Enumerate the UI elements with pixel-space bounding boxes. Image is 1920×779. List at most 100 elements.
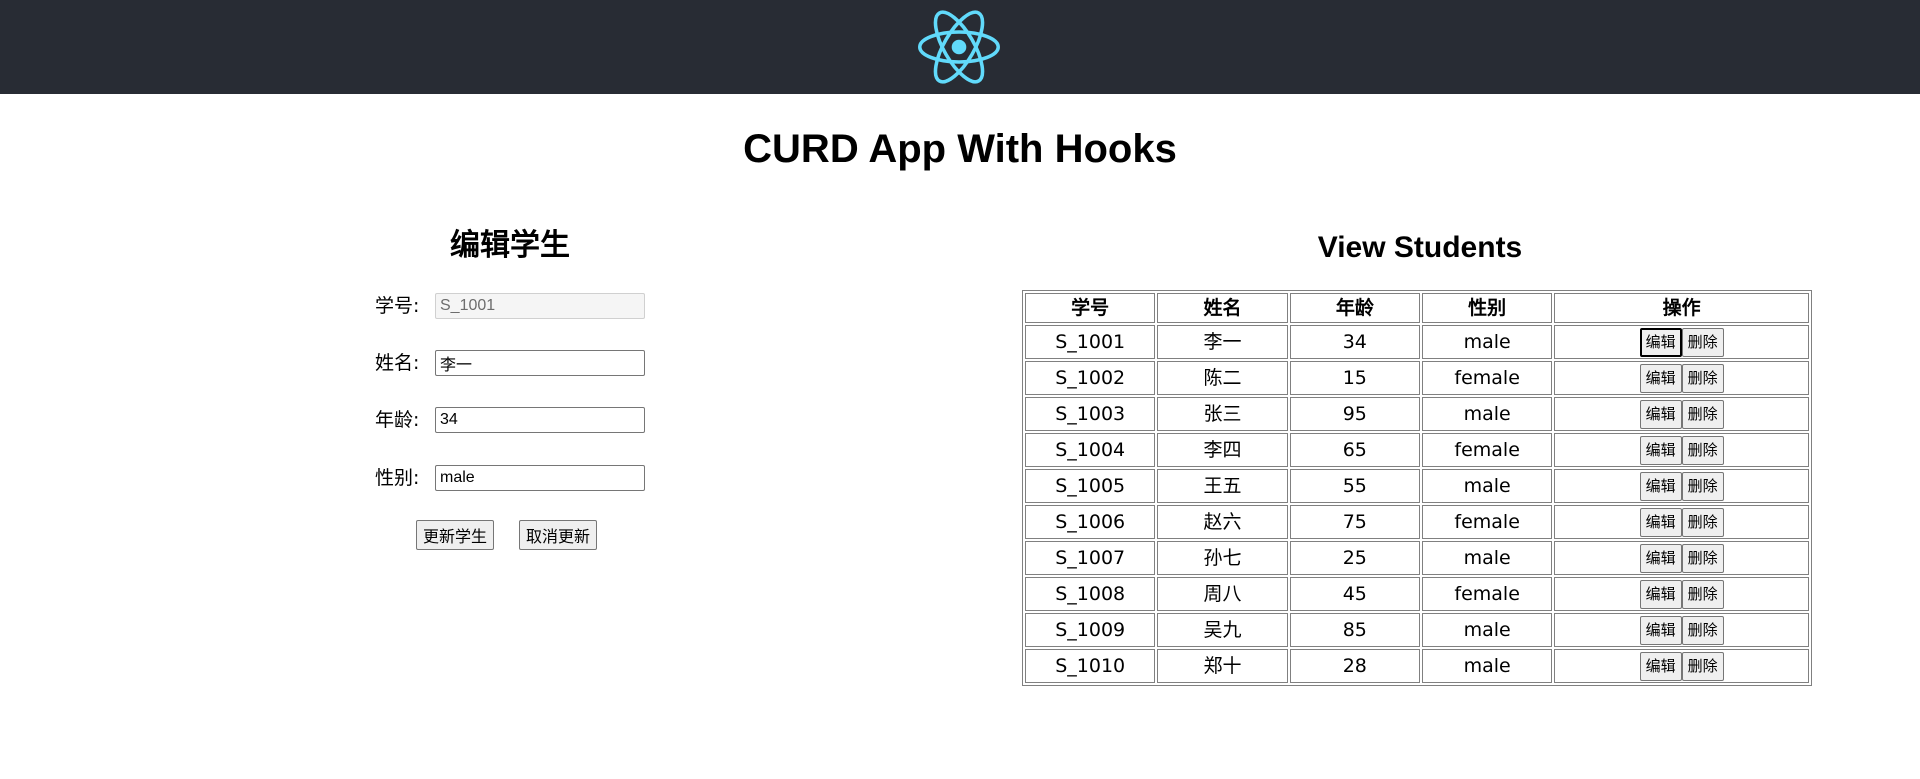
column-header-name: 姓名 — [1157, 293, 1288, 323]
actions-cell: 编辑 删除 — [1554, 361, 1809, 395]
student-id-cell: S_1008 — [1025, 577, 1156, 611]
react-logo-icon — [918, 10, 1000, 84]
delete-button[interactable]: 删除 — [1681, 616, 1724, 645]
delete-button[interactable]: 删除 — [1681, 580, 1724, 609]
update-student-button[interactable]: 更新学生 — [416, 520, 495, 550]
table-row: S_1001 李一 34 male 编辑 删除 — [1025, 325, 1809, 359]
table-row: S_1009 吴九 85 male 编辑 删除 — [1025, 613, 1809, 647]
age-field[interactable] — [435, 407, 645, 433]
name-label: 姓名: — [375, 352, 420, 374]
student-gender-cell: male — [1421, 541, 1553, 575]
delete-button[interactable]: 删除 — [1681, 508, 1724, 537]
delete-button[interactable]: 删除 — [1681, 544, 1724, 573]
table-row: S_1004 李四 65 female 编辑 删除 — [1025, 433, 1809, 467]
edit-button[interactable]: 编辑 — [1639, 544, 1682, 573]
student-gender-cell: male — [1421, 397, 1553, 431]
student-id-cell: S_1009 — [1025, 613, 1156, 647]
delete-button[interactable]: 删除 — [1681, 364, 1724, 393]
delete-button[interactable]: 删除 — [1681, 652, 1724, 681]
column-header-id: 学号 — [1025, 293, 1156, 323]
students-table: 学号 姓名 年龄 性别 操作 S_1001 李一 34 male 编辑 删除 S_… — [1022, 290, 1812, 686]
table-row: S_1006 赵六 75 female 编辑 删除 — [1025, 505, 1809, 539]
edit-button[interactable]: 编辑 — [1639, 508, 1682, 537]
student-age-cell: 25 — [1289, 541, 1420, 575]
student-gender-cell: male — [1421, 469, 1553, 503]
edit-button[interactable]: 编辑 — [1639, 400, 1682, 429]
gender-field[interactable] — [435, 465, 645, 491]
actions-cell: 编辑 删除 — [1554, 397, 1809, 431]
cancel-update-button[interactable]: 取消更新 — [519, 520, 598, 550]
edit-student-heading: 编辑学生 — [450, 228, 570, 263]
student-id-cell: S_1002 — [1025, 361, 1156, 395]
actions-cell: 编辑 删除 — [1554, 649, 1809, 683]
id-field[interactable] — [435, 293, 645, 319]
table-row: S_1010 郑十 28 male 编辑 删除 — [1025, 649, 1809, 683]
student-gender-cell: male — [1421, 613, 1553, 647]
column-header-age: 年龄 — [1289, 293, 1420, 323]
view-students-heading: View Students — [1317, 231, 1523, 264]
student-id-cell: S_1001 — [1025, 325, 1156, 359]
student-gender-cell: female — [1421, 577, 1553, 611]
delete-button[interactable]: 删除 — [1681, 328, 1724, 357]
column-header-actions: 操作 — [1554, 293, 1809, 323]
student-name-cell: 李一 — [1157, 325, 1288, 359]
student-gender-cell: male — [1421, 325, 1553, 359]
student-name-cell: 周八 — [1157, 577, 1288, 611]
student-name-cell: 张三 — [1157, 397, 1288, 431]
student-id-cell: S_1007 — [1025, 541, 1156, 575]
edit-button[interactable]: 编辑 — [1639, 328, 1682, 357]
gender-label: 性别: — [375, 467, 420, 489]
actions-cell: 编辑 删除 — [1554, 541, 1809, 575]
app-header — [0, 0, 1920, 94]
table-row: S_1007 孙七 25 male 编辑 删除 — [1025, 541, 1809, 575]
student-id-cell: S_1006 — [1025, 505, 1156, 539]
student-name-cell: 李四 — [1157, 433, 1288, 467]
delete-button[interactable]: 删除 — [1681, 400, 1724, 429]
edit-button[interactable]: 编辑 — [1639, 364, 1682, 393]
actions-cell: 编辑 删除 — [1554, 613, 1809, 647]
column-header-gender: 性别 — [1421, 293, 1553, 323]
id-label: 学号: — [375, 295, 420, 317]
age-label: 年龄: — [375, 409, 420, 431]
student-name-cell: 孙七 — [1157, 541, 1288, 575]
table-row: S_1003 张三 95 male 编辑 删除 — [1025, 397, 1809, 431]
student-name-cell: 赵六 — [1157, 505, 1288, 539]
student-id-cell: S_1005 — [1025, 469, 1156, 503]
name-field[interactable] — [435, 350, 645, 376]
edit-button[interactable]: 编辑 — [1639, 652, 1682, 681]
edit-button[interactable]: 编辑 — [1639, 472, 1682, 501]
actions-cell: 编辑 删除 — [1554, 469, 1809, 503]
student-age-cell: 45 — [1289, 577, 1420, 611]
edit-button[interactable]: 编辑 — [1639, 436, 1682, 465]
table-header-row: 学号 姓名 年龄 性别 操作 — [1025, 293, 1809, 323]
student-age-cell: 95 — [1289, 397, 1420, 431]
actions-cell: 编辑 删除 — [1554, 505, 1809, 539]
student-id-cell: S_1010 — [1025, 649, 1156, 683]
student-name-cell: 吴九 — [1157, 613, 1288, 647]
student-age-cell: 75 — [1289, 505, 1420, 539]
actions-cell: 编辑 删除 — [1554, 325, 1809, 359]
table-row: S_1008 周八 45 female 编辑 删除 — [1025, 577, 1809, 611]
edit-button[interactable]: 编辑 — [1639, 580, 1682, 609]
student-gender-cell: male — [1421, 649, 1553, 683]
table-row: S_1002 陈二 15 female 编辑 删除 — [1025, 361, 1809, 395]
actions-cell: 编辑 删除 — [1554, 433, 1809, 467]
student-age-cell: 15 — [1289, 361, 1420, 395]
edit-button[interactable]: 编辑 — [1639, 616, 1682, 645]
page-title: CURD App With Hooks — [743, 127, 1177, 171]
student-age-cell: 34 — [1289, 325, 1420, 359]
student-name-cell: 陈二 — [1157, 361, 1288, 395]
delete-button[interactable]: 删除 — [1681, 472, 1724, 501]
student-id-cell: S_1004 — [1025, 433, 1156, 467]
student-age-cell: 28 — [1289, 649, 1420, 683]
student-gender-cell: female — [1421, 433, 1553, 467]
student-id-cell: S_1003 — [1025, 397, 1156, 431]
students-table-container: 学号 姓名 年龄 性别 操作 S_1001 李一 34 male 编辑 删除 S_… — [1022, 290, 1812, 686]
student-age-cell: 55 — [1289, 469, 1420, 503]
student-name-cell: 王五 — [1157, 469, 1288, 503]
student-gender-cell: female — [1421, 505, 1553, 539]
student-age-cell: 85 — [1289, 613, 1420, 647]
actions-cell: 编辑 删除 — [1554, 577, 1809, 611]
table-row: S_1005 王五 55 male 编辑 删除 — [1025, 469, 1809, 503]
delete-button[interactable]: 删除 — [1681, 436, 1724, 465]
